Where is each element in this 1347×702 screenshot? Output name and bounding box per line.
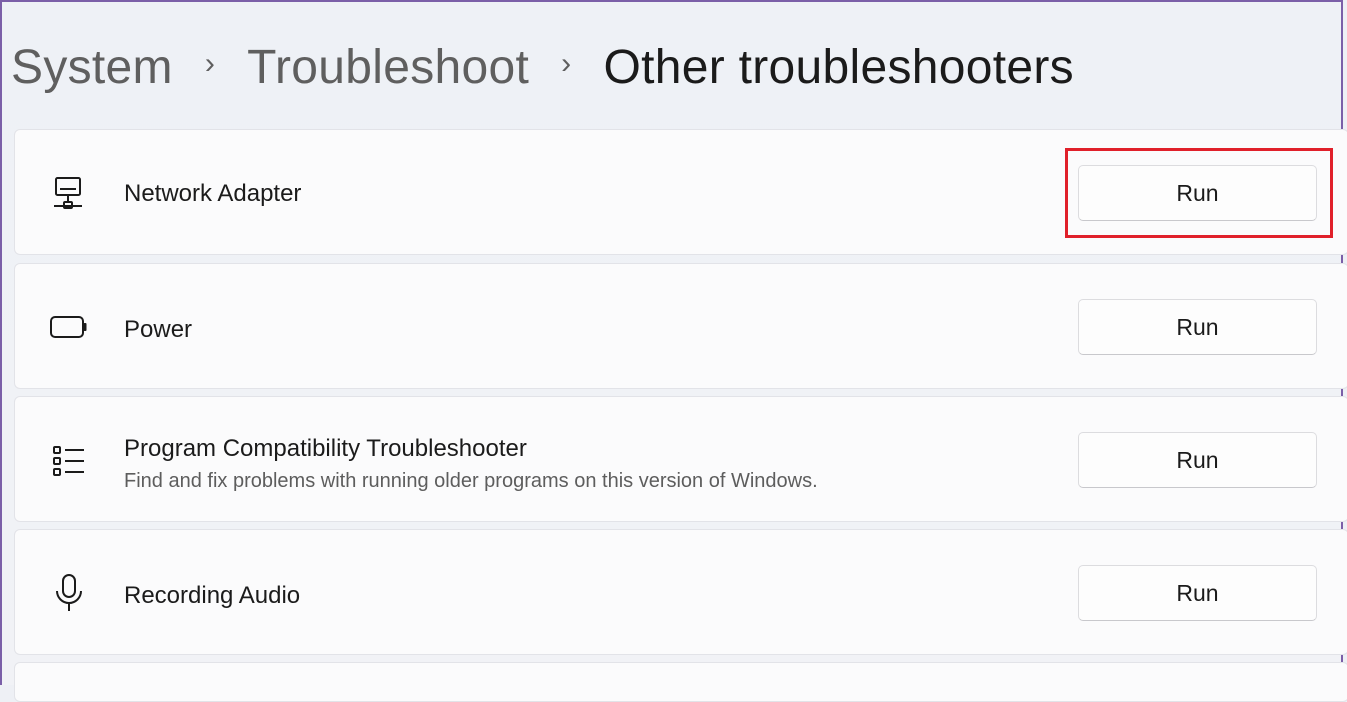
troubleshooter-row-program-compatibility: Program Compatibility Troubleshooter Fin… (14, 396, 1347, 522)
troubleshooter-description: Find and fix problems with running older… (124, 470, 818, 492)
microphone-icon (49, 573, 89, 613)
battery-icon (49, 307, 89, 347)
troubleshooter-row-partial (14, 662, 1347, 702)
troubleshooter-row-recording-audio: Recording Audio Run (14, 529, 1347, 655)
breadcrumb-troubleshoot[interactable]: Troubleshoot (247, 40, 529, 95)
breadcrumb-separator: › (204, 47, 216, 80)
troubleshooter-title: Recording Audio (124, 582, 301, 609)
list-icon (49, 441, 89, 481)
run-network-adapter-button[interactable]: Run (1078, 165, 1317, 221)
page-title: Other troubleshooters (603, 40, 1074, 94)
run-power-button[interactable]: Run (1078, 299, 1317, 355)
network-adapter-icon (49, 173, 89, 213)
breadcrumb: System › Troubleshoot › Other troublesho… (11, 32, 1074, 102)
window-frame: System › Troubleshoot › Other troublesho… (0, 0, 1347, 702)
run-program-compatibility-button[interactable]: Run (1078, 432, 1317, 488)
troubleshooter-title: Network Adapter (124, 180, 302, 207)
breadcrumb-system[interactable]: System (11, 40, 173, 95)
troubleshooter-title: Program Compatibility Troubleshooter (124, 435, 527, 462)
troubleshooter-row-power: Power Run (14, 263, 1347, 389)
breadcrumb-separator: › (561, 47, 572, 80)
troubleshooter-title: Power (124, 316, 193, 343)
run-recording-audio-button[interactable]: Run (1078, 565, 1317, 621)
troubleshooter-row-network-adapter: Network Adapter Run (14, 129, 1347, 255)
